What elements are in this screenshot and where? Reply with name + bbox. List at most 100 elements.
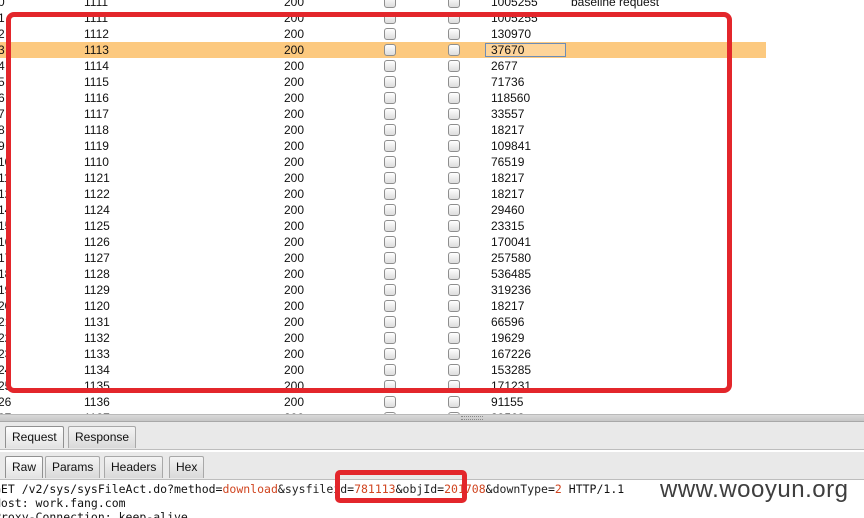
status-cell: 200 [284,43,305,57]
table-row[interactable]: 25 1135 200 171231 [0,378,766,394]
request-index-cell: 4 [0,59,5,73]
timeout-checkbox[interactable] [448,60,460,72]
error-checkbox[interactable] [384,28,396,40]
timeout-checkbox[interactable] [448,300,460,312]
timeout-checkbox[interactable] [448,316,460,328]
param-sysfileid-name: sysfileid [284,482,348,496]
error-checkbox[interactable] [384,0,396,8]
timeout-checkbox[interactable] [448,236,460,248]
error-checkbox[interactable] [384,204,396,216]
error-checkbox[interactable] [384,300,396,312]
error-checkbox[interactable] [384,316,396,328]
request-index-cell: 5 [0,75,5,89]
tab-params[interactable]: Params [45,456,101,478]
table-row[interactable]: 16 1126 200 170041 [0,234,766,250]
timeout-checkbox[interactable] [448,220,460,232]
payload-cell: 1134 [84,363,110,377]
table-row[interactable]: 6 1116 200 118560 [0,90,766,106]
table-row[interactable]: 0 1111 200 1005255 baseline request [0,0,766,10]
timeout-checkbox[interactable] [448,252,460,264]
table-row[interactable]: 12 1122 200 18217 [0,186,766,202]
tab-raw[interactable]: Raw [5,456,44,478]
table-row[interactable]: 14 1124 200 29460 [0,202,766,218]
split-divider[interactable] [0,414,864,422]
timeout-checkbox[interactable] [448,0,460,8]
payload-cell: 1132 [84,331,110,345]
error-checkbox[interactable] [384,60,396,72]
timeout-checkbox[interactable] [448,380,460,392]
table-row[interactable]: 20 1120 200 18217 [0,298,766,314]
error-checkbox[interactable] [384,268,396,280]
table-row[interactable]: 10 1110 200 76519 [0,154,766,170]
error-checkbox[interactable] [384,236,396,248]
status-cell: 200 [284,123,305,137]
tab-request[interactable]: Request [5,426,64,448]
table-row[interactable]: 5 1115 200 71736 [0,74,766,90]
request-index-cell: 3 [0,43,5,57]
error-checkbox[interactable] [384,172,396,184]
error-checkbox[interactable] [384,44,396,56]
timeout-checkbox[interactable] [448,12,460,24]
request-index-cell: 15 [0,219,12,233]
table-row[interactable]: 2 1112 200 130970 [0,26,766,42]
timeout-checkbox[interactable] [448,364,460,376]
timeout-checkbox[interactable] [448,204,460,216]
divider-grip-icon[interactable] [461,416,483,420]
table-row[interactable]: 18 1128 200 536485 [0,266,766,282]
table-row[interactable]: 11 1121 200 18217 [0,170,766,186]
timeout-checkbox[interactable] [448,348,460,360]
request-index-cell: 2 [0,27,5,41]
table-row[interactable]: 1 1111 200 1005255 [0,10,766,26]
error-checkbox[interactable] [384,220,396,232]
error-checkbox[interactable] [384,188,396,200]
table-row[interactable]: 7 1117 200 33557 [0,106,766,122]
timeout-checkbox[interactable] [448,268,460,280]
tab-response[interactable]: Response [68,426,137,448]
table-row[interactable]: 9 1119 200 109841 [0,138,766,154]
table-row[interactable]: 17 1127 200 257580 [0,250,766,266]
timeout-checkbox[interactable] [448,108,460,120]
timeout-checkbox[interactable] [448,156,460,168]
table-row[interactable]: 21 1131 200 66596 [0,314,766,330]
table-row[interactable]: 4 1114 200 2677 [0,58,766,74]
error-checkbox[interactable] [384,12,396,24]
table-row[interactable]: 23 1133 200 167226 [0,346,766,362]
tab-hex[interactable]: Hex [169,456,205,478]
error-checkbox[interactable] [384,364,396,376]
tab-headers[interactable]: Headers [104,456,164,478]
timeout-checkbox[interactable] [448,332,460,344]
timeout-checkbox[interactable] [448,28,460,40]
timeout-checkbox[interactable] [448,396,460,408]
status-cell: 200 [284,395,305,409]
table-row[interactable]: 3 1113 200 37670 [0,42,766,58]
error-checkbox[interactable] [384,348,396,360]
error-checkbox[interactable] [384,156,396,168]
timeout-checkbox[interactable] [448,124,460,136]
timeout-checkbox[interactable] [448,76,460,88]
error-checkbox[interactable] [384,252,396,264]
error-checkbox[interactable] [384,396,396,408]
table-row[interactable]: 19 1129 200 319236 [0,282,766,298]
status-cell: 200 [284,203,305,217]
timeout-checkbox[interactable] [448,284,460,296]
timeout-checkbox[interactable] [448,188,460,200]
error-checkbox[interactable] [384,332,396,344]
timeout-checkbox[interactable] [448,140,460,152]
error-checkbox[interactable] [384,76,396,88]
request-index-cell: 10 [0,155,12,169]
error-checkbox[interactable] [384,380,396,392]
error-checkbox[interactable] [384,140,396,152]
error-checkbox[interactable] [384,108,396,120]
error-checkbox[interactable] [384,284,396,296]
error-checkbox[interactable] [384,124,396,136]
timeout-checkbox[interactable] [448,172,460,184]
table-row[interactable]: 26 1136 200 91155 [0,394,766,410]
length-cell: 2677 [491,59,518,73]
table-row[interactable]: 8 1118 200 18217 [0,122,766,138]
table-row[interactable]: 15 1125 200 23315 [0,218,766,234]
table-row[interactable]: 22 1132 200 19629 [0,330,766,346]
table-row[interactable]: 24 1134 200 153285 [0,362,766,378]
error-checkbox[interactable] [384,92,396,104]
timeout-checkbox[interactable] [448,92,460,104]
timeout-checkbox[interactable] [448,44,460,56]
